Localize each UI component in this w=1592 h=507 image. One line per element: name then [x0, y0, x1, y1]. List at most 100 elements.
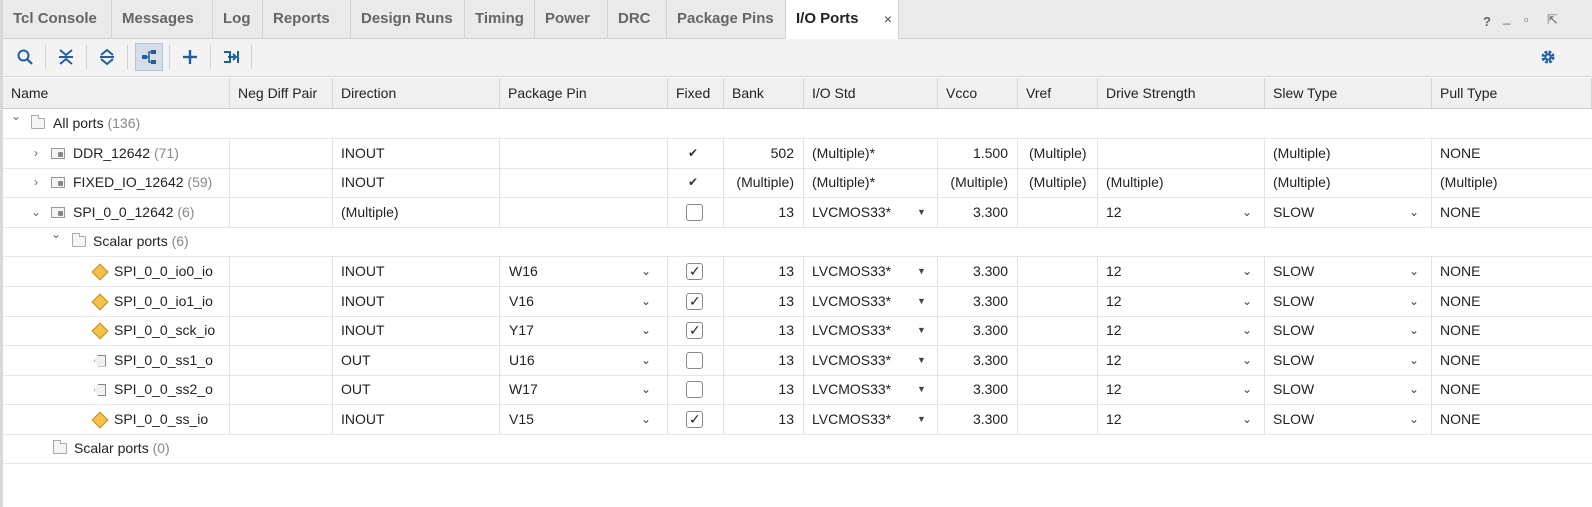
column-header-name[interactable]: Name	[3, 78, 230, 109]
fixed-checkbox[interactable]	[686, 351, 703, 369]
chevron-down-icon[interactable]: ⌄	[641, 287, 651, 316]
table-row-spi-scalar-ports[interactable]: ⌄ Scalar ports (6)	[3, 227, 1592, 257]
fixed-checkbox[interactable]	[686, 381, 703, 398]
chevron-down-icon[interactable]: ⌄	[1242, 287, 1252, 316]
drive-strength-cell[interactable]	[1098, 139, 1265, 168]
slew-type-cell[interactable]: SLOW ⌄	[1265, 375, 1432, 404]
column-header-drive-strength[interactable]: Drive Strength	[1098, 78, 1265, 109]
chevron-down-icon[interactable]: ⌄	[1409, 287, 1419, 316]
table-row-root-scalar-ports[interactable]: Scalar ports (0)	[3, 434, 1592, 464]
slew-type-cell[interactable]: (Multiple)	[1265, 168, 1432, 197]
package-pin-cell[interactable]: U16 ⌄	[500, 345, 668, 375]
slew-type-cell[interactable]: SLOW ⌄	[1265, 316, 1432, 345]
package-pin-cell[interactable]: V16 ⌄	[500, 286, 668, 316]
gear-icon[interactable]	[1534, 43, 1562, 71]
fixed-checkbox[interactable]	[686, 204, 703, 221]
table-row-fixed-io[interactable]: › FIXED_IO_12642 (59) INOUT ✔ (Multiple)…	[3, 168, 1592, 198]
tab-log[interactable]: Log	[213, 0, 263, 39]
chevron-down-icon[interactable]: ⌄	[1409, 346, 1419, 375]
fixed-checkbox[interactable]	[686, 257, 703, 286]
table-row-all-ports[interactable]: ⌄ All ports (136)	[3, 109, 1592, 139]
column-header-fixed[interactable]: Fixed	[668, 78, 724, 109]
drive-strength-cell[interactable]: 12 ⌄	[1098, 257, 1265, 286]
column-header-bank[interactable]: Bank	[724, 78, 804, 109]
chevron-down-icon[interactable]: ⌄	[1242, 375, 1252, 404]
collapse-all-icon[interactable]	[52, 43, 80, 71]
chevron-down-icon[interactable]: ⌄	[29, 198, 43, 227]
fixed-checkbox[interactable]	[686, 405, 703, 434]
chevron-down-icon[interactable]: ⌄	[1242, 316, 1252, 345]
pull-type-cell[interactable]: NONE	[1432, 346, 1592, 375]
dropdown-arrow-icon[interactable]: ▼	[917, 405, 926, 434]
chevron-down-icon[interactable]: ⌄	[1409, 375, 1419, 404]
dropdown-arrow-icon[interactable]: ▼	[917, 198, 926, 227]
help-icon[interactable]: ?	[1483, 14, 1491, 29]
chevron-down-icon[interactable]: ⌄	[641, 346, 651, 375]
drive-strength-cell[interactable]: 12 ⌄	[1098, 286, 1265, 316]
io-std-cell[interactable]: LVCMOS33* ▼	[804, 198, 938, 227]
io-std-cell[interactable]: LVCMOS33* ▼	[804, 345, 938, 375]
io-std-cell[interactable]: LVCMOS33* ▼	[804, 286, 938, 316]
chevron-down-icon[interactable]: ⌄	[1409, 405, 1419, 434]
column-header-package-pin[interactable]: Package Pin	[500, 78, 668, 109]
column-header-pull-type[interactable]: Pull Type	[1432, 78, 1592, 109]
float-icon[interactable]: ⇱	[1547, 12, 1558, 28]
slew-type-cell[interactable]: SLOW ⌄	[1265, 404, 1432, 434]
pull-type-cell[interactable]: NONE	[1432, 257, 1592, 286]
fixed-checkbox[interactable]	[686, 287, 703, 316]
column-header-neg-diff-pair[interactable]: Neg Diff Pair	[230, 78, 333, 109]
package-pin-cell[interactable]	[500, 139, 668, 168]
column-header-direction[interactable]: Direction	[333, 78, 500, 109]
slew-type-cell[interactable]: SLOW ⌄	[1265, 286, 1432, 316]
chevron-down-icon[interactable]: ⌄	[1409, 198, 1419, 227]
table-row-port[interactable]: SPI_0_0_sck_io INOUT Y17 ⌄ 13 LVCMOS33* ▼ 3.300…	[3, 316, 1592, 346]
fixed-checkbox[interactable]	[686, 316, 703, 345]
slew-type-cell[interactable]: SLOW ⌄	[1265, 198, 1432, 227]
pull-type-cell[interactable]: NONE	[1432, 375, 1592, 404]
drive-strength-cell[interactable]: (Multiple)	[1098, 168, 1265, 197]
chevron-right-icon[interactable]: ›	[29, 139, 43, 168]
dropdown-arrow-icon[interactable]: ▼	[917, 257, 926, 286]
dropdown-arrow-icon[interactable]: ▼	[917, 287, 926, 316]
tab-tcl-console[interactable]: Tcl Console	[3, 0, 112, 39]
package-pin-cell[interactable]	[500, 198, 668, 227]
drive-strength-cell[interactable]: 12 ⌄	[1098, 198, 1265, 227]
tab-messages[interactable]: Messages	[112, 0, 213, 39]
chevron-down-icon[interactable]: ⌄	[641, 405, 651, 434]
column-header-vref[interactable]: Vref	[1018, 78, 1098, 109]
chevron-down-icon[interactable]: ⌄	[1409, 316, 1419, 345]
package-pin-cell[interactable]: Y17 ⌄	[500, 316, 668, 345]
slew-type-cell[interactable]: SLOW ⌄	[1265, 345, 1432, 375]
drive-strength-cell[interactable]: 12 ⌄	[1098, 345, 1265, 375]
io-std-cell[interactable]: LVCMOS33* ▼	[804, 316, 938, 345]
group-by-interface-icon[interactable]	[135, 43, 163, 71]
add-icon[interactable]	[176, 43, 204, 71]
io-std-cell[interactable]: LVCMOS33* ▼	[804, 404, 938, 434]
chevron-down-icon[interactable]: ⌄	[1409, 257, 1419, 286]
chevron-down-icon[interactable]: ⌄	[641, 316, 651, 345]
dropdown-arrow-icon[interactable]: ▼	[917, 346, 926, 375]
chevron-right-icon[interactable]: ›	[29, 168, 43, 197]
dropdown-arrow-icon[interactable]: ▼	[917, 375, 926, 404]
io-std-cell[interactable]: LVCMOS33* ▼	[804, 257, 938, 286]
column-header-vcco[interactable]: Vcco	[938, 78, 1018, 109]
drive-strength-cell[interactable]: 12 ⌄	[1098, 316, 1265, 345]
pull-type-cell[interactable]: NONE	[1432, 198, 1592, 227]
chevron-down-icon[interactable]: ⌄	[1242, 198, 1252, 227]
column-header-io-std[interactable]: I/O Std	[804, 78, 938, 109]
slew-type-cell[interactable]: (Multiple)	[1265, 139, 1432, 168]
dropdown-arrow-icon[interactable]: ▼	[917, 316, 926, 345]
io-std-cell[interactable]: (Multiple)*	[804, 168, 938, 197]
slew-type-cell[interactable]: SLOW ⌄	[1265, 257, 1432, 286]
close-icon[interactable]: ×	[884, 0, 892, 38]
tab-power[interactable]: Power	[535, 0, 608, 39]
minimize-icon[interactable]: _	[1503, 10, 1510, 25]
tab-drc[interactable]: DRC	[608, 0, 667, 39]
package-pin-cell[interactable]: V15 ⌄	[500, 404, 668, 434]
chevron-down-icon[interactable]: ⌄	[1242, 405, 1252, 434]
tab-design-runs[interactable]: Design Runs	[351, 0, 465, 39]
pull-type-cell[interactable]: (Multiple)	[1432, 168, 1592, 197]
drive-strength-cell[interactable]: 12 ⌄	[1098, 404, 1265, 434]
table-row-ddr[interactable]: › DDR_12642 (71) INOUT ✔ 502 (Multiple)*…	[3, 139, 1592, 169]
chevron-down-icon[interactable]: ⌄	[641, 257, 651, 286]
